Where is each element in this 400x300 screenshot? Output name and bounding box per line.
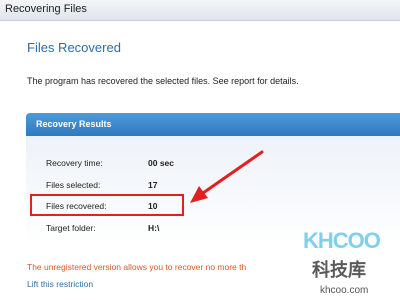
watermark-logo: KHCOO [303,228,381,253]
watermark-domain: khcoo.com [320,285,369,296]
unregistered-warning: The unregistered version allows you to r… [27,262,247,272]
watermark-chinese-text: 科技库 [312,260,366,280]
lift-restriction-link[interactable]: Lift this restriction [27,279,93,289]
pointer-arrow-icon [190,150,264,203]
